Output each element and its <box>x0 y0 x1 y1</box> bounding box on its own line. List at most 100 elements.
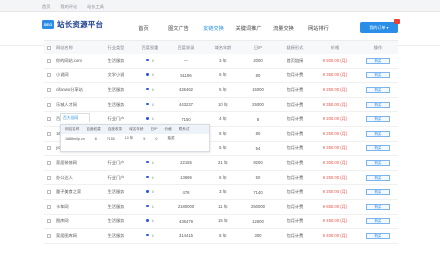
action-cell: 购买 <box>358 130 398 137</box>
weight-rank: 8 <box>151 87 154 92</box>
baidu-indexed: 2180000 <box>177 204 195 210</box>
hover-value-6: 抽奖 <box>167 136 175 140</box>
link-form: 包月计费 <box>286 218 304 224</box>
row-checkbox[interactable] <box>44 233 54 238</box>
site-name[interactable]: 家居装修网 <box>54 160 96 166</box>
buy-button[interactable]: 购买 <box>366 116 390 123</box>
weight-rank: 6 <box>151 175 154 180</box>
buy-button[interactable]: 购买 <box>366 86 390 93</box>
baidu-weight: 8 <box>136 190 164 194</box>
table-header-row: 网站名称 行业类型 百度权重 百度收录 域名年龄 日IP 链接形式 价格 操作 <box>44 40 398 54</box>
hover-card-row: 1688m0p.cn 8 7150 10 年 5 0 抽奖 <box>61 134 209 143</box>
row-checkbox[interactable] <box>44 58 54 63</box>
hover-value-5: 0 <box>155 136 158 141</box>
row-checkbox[interactable] <box>44 175 54 180</box>
industry-type: 行业门户 <box>107 116 125 122</box>
hover-header-3: 域名年龄 <box>129 127 144 131</box>
baidu-indexed: 436479 <box>179 218 193 224</box>
hover-value-3: 10 年 <box>124 136 134 140</box>
buy-button[interactable]: 购买 <box>366 174 390 181</box>
buy-button[interactable]: 购买 <box>366 57 390 64</box>
row-checkbox[interactable] <box>44 204 54 209</box>
buy-button[interactable]: 购买 <box>366 203 390 210</box>
action-cell: 购买 <box>358 86 398 93</box>
site-name[interactable]: 小说网 <box>54 72 96 78</box>
buy-button[interactable]: 购买 <box>366 159 390 166</box>
action-cell: 购买 <box>358 218 398 225</box>
site-name[interactable]: 乐城人才网 <box>54 102 96 108</box>
weight-dot-icon <box>146 117 149 120</box>
header-site-name: 网站名称 <box>56 44 73 50</box>
weight-dot-icon <box>146 190 149 193</box>
row-checkbox[interactable] <box>44 131 54 136</box>
utility-link-tools[interactable]: 站长工具 <box>87 4 104 10</box>
price: ¥ 250.00 (月) <box>322 145 348 151</box>
site-name[interactable]: 你的网站.com <box>54 58 96 64</box>
site-logo[interactable]: SEO 站长资源平台 <box>42 19 103 30</box>
site-name[interactable]: 家居图库网 <box>54 233 96 239</box>
hover-header-6: 联系试 <box>178 127 190 131</box>
utility-link-home[interactable]: 首页 <box>42 4 50 10</box>
baidu-weight: 6 <box>136 233 164 238</box>
site-name[interactable]: 办公达人 <box>54 175 96 181</box>
row-checkbox[interactable] <box>44 190 54 195</box>
row-checkbox[interactable] <box>44 146 54 151</box>
buy-button[interactable]: 购买 <box>366 145 390 152</box>
baidu-weight: 6 <box>136 117 164 121</box>
buy-button[interactable]: 购买 <box>366 72 390 79</box>
row-checkbox[interactable] <box>44 87 54 92</box>
domain-age: 8 年 <box>219 232 227 238</box>
row-checkbox[interactable] <box>44 117 54 122</box>
action-cell: 购买 <box>358 116 398 123</box>
daily-ip: 9200 <box>253 160 263 166</box>
link-form: 包月计费 <box>286 130 304 136</box>
select-all-checkbox[interactable] <box>44 45 54 50</box>
row-checkbox[interactable] <box>44 102 54 107</box>
link-form: 包月计费 <box>286 72 304 78</box>
buy-button[interactable]: 购买 <box>366 189 390 196</box>
industry-type: 生活服务 <box>107 218 125 224</box>
my-orders-button[interactable]: 我的订单 ▾ <box>360 19 400 33</box>
table-row: 图库网 生活服务 6 436479 15 年 12600 包月计费 ¥ 450.00 (月) 购… <box>44 215 398 230</box>
domain-age: 3 年 <box>219 189 227 195</box>
utility-link-comments[interactable]: 我的评论 <box>60 4 77 10</box>
buy-button[interactable]: 购买 <box>366 101 390 108</box>
baidu-indexed: 51196 <box>180 72 192 78</box>
buy-button[interactable]: 购买 <box>366 218 390 225</box>
domain-age: 8 年 <box>219 130 227 136</box>
row-checkbox[interactable] <box>44 160 54 165</box>
my-orders-label: 我的订单 ▾ <box>369 25 389 30</box>
daily-ip: 250000 <box>251 204 265 210</box>
row-checkbox[interactable] <box>44 219 54 224</box>
site-name[interactable]: 量子美食之家 <box>54 189 96 195</box>
row-checkbox[interactable] <box>44 73 54 78</box>
industry-type: 文学小说 <box>107 72 125 78</box>
buy-button[interactable]: 购买 <box>366 232 390 239</box>
domain-age: 3 年 <box>219 57 227 63</box>
action-cell: 购买 <box>358 159 398 166</box>
header-industry: 行业类型 <box>107 44 125 50</box>
price: ¥ 250.00 (月) <box>322 189 348 195</box>
hover-value-4: 5 <box>143 136 146 141</box>
site-name[interactable]: 卡车网 <box>54 204 96 210</box>
logo-mark: SEO <box>42 20 54 29</box>
site-name[interactable]: cifanwo分享站 <box>54 87 96 93</box>
hover-card-tab[interactable]: 百大佳网 <box>60 113 90 122</box>
table-row: 家居装修网 行业门户 6 22155 21 年 9200 包月计费 ¥ 300.00 (月) 购… <box>44 156 398 171</box>
price: ¥ 300.00 (月) <box>322 159 348 165</box>
domain-age: 5 年 <box>219 72 227 78</box>
utility-links: 首页 我的评论 站长工具 <box>42 4 104 10</box>
price: ¥ 400.00 (月) <box>322 232 348 238</box>
site-name[interactable]: 图库网 <box>54 218 96 224</box>
buy-button[interactable]: 购买 <box>366 130 390 137</box>
domain-age: 5 年 <box>219 86 227 92</box>
daily-ip: 80 <box>255 131 261 137</box>
header-price: 价格 <box>330 44 340 50</box>
industry-type: 行业门户 <box>107 174 125 180</box>
baidu-weight: 6 <box>136 102 164 107</box>
header-domain-age: 域名年龄 <box>214 44 232 50</box>
industry-type: 生活服务 <box>107 189 125 195</box>
header-link-form: 链接形式 <box>286 44 304 50</box>
price: ¥ 350.00 (月) <box>322 72 348 78</box>
table-row: 乐城人才网 生活服务 6 443237 10 年 25000 包月计费 ¥ 350.00 (月… <box>44 98 398 113</box>
